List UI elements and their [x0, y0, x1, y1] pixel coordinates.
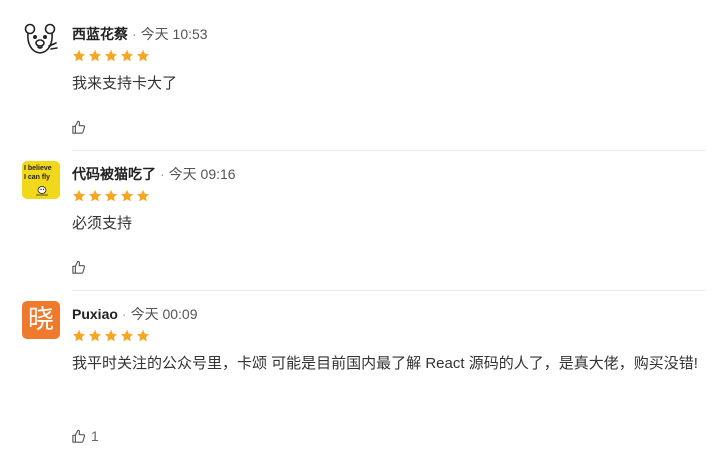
- star-icon: [104, 329, 118, 342]
- comment-meta: Puxiao · 今天 00:09: [72, 305, 198, 323]
- star-icon: [120, 329, 134, 342]
- separator: ·: [121, 306, 127, 322]
- star-icon: [72, 329, 86, 342]
- timestamp: 今天 00:09: [130, 306, 198, 322]
- comment-text: 我平时关注的公众号里，卡颂 可能是目前国内最了解 React 源码的人了，是真大…: [72, 355, 698, 372]
- star-icon: [136, 329, 150, 342]
- avatar[interactable]: 晓: [22, 301, 60, 339]
- like-button[interactable]: 1: [71, 428, 99, 444]
- star-icon: [88, 329, 102, 342]
- like-count: 1: [91, 428, 99, 444]
- xiao-character-avatar: 晓: [27, 305, 54, 335]
- rating-stars: [72, 329, 150, 343]
- user-name[interactable]: Puxiao: [72, 306, 118, 322]
- thumbs-up-icon: [72, 429, 86, 443]
- comment-item: 晓 Puxiao · 今天 00:09 我平时关注的公众号里，卡颂 可能是目前国内最…: [0, 0, 722, 463]
